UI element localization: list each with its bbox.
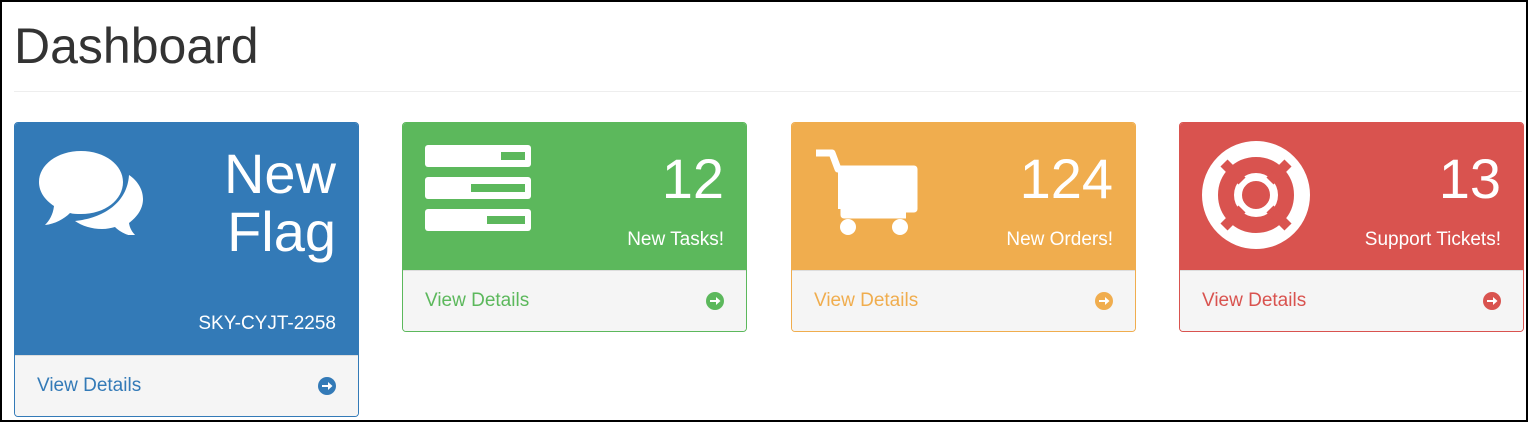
comments-icon <box>37 145 147 240</box>
shopping-cart-icon <box>814 145 918 240</box>
view-details-link[interactable]: View Details <box>1202 290 1306 312</box>
flag-panel: New Flag SKY-CYJT-2258 View Details <box>14 122 359 417</box>
tickets-panel-heading: 13 Support Tickets! <box>1180 123 1523 270</box>
tasks-panel-heading: 12 New Tasks! <box>403 123 746 270</box>
orders-count: 124 <box>1019 147 1113 210</box>
tickets-panel: 13 Support Tickets! View Details <box>1179 122 1524 332</box>
view-details-link[interactable]: View Details <box>814 290 918 312</box>
tickets-label: Support Tickets! <box>1364 229 1501 250</box>
dashboard-frame: Dashboard New Flag SKY-CYJT-2258 View De… <box>0 0 1528 422</box>
life-ring-icon <box>1202 141 1310 254</box>
flag-code: SKY-CYJT-2258 <box>198 313 336 334</box>
arrow-circle-right-icon[interactable] <box>1095 292 1113 310</box>
flag-view-details[interactable]: View Details <box>15 355 358 416</box>
tasks-panel: 12 New Tasks! View Details <box>402 122 747 332</box>
tickets-view-details[interactable]: View Details <box>1180 270 1523 331</box>
tickets-count: 13 <box>1438 147 1501 210</box>
orders-panel-heading: 124 New Orders! <box>792 123 1135 270</box>
orders-label: New Orders! <box>1006 229 1113 250</box>
flag-title-line1: New <box>223 142 336 205</box>
flag-title: New Flag <box>224 145 336 261</box>
flag-title-line2: Flag <box>227 200 336 263</box>
page-title: Dashboard <box>14 18 259 74</box>
tasks-label: New Tasks! <box>627 229 724 250</box>
tasks-view-details[interactable]: View Details <box>403 270 746 331</box>
orders-view-details[interactable]: View Details <box>792 270 1135 331</box>
flag-panel-heading: New Flag SKY-CYJT-2258 <box>15 123 358 355</box>
arrow-circle-right-icon[interactable] <box>318 377 336 395</box>
view-details-link[interactable]: View Details <box>37 375 141 397</box>
view-details-link[interactable]: View Details <box>425 290 529 312</box>
page-header: Dashboard <box>14 14 1522 92</box>
arrow-circle-right-icon[interactable] <box>706 292 724 310</box>
tasks-icon <box>425 145 533 236</box>
arrow-circle-right-icon[interactable] <box>1483 292 1501 310</box>
orders-panel: 124 New Orders! View Details <box>791 122 1136 332</box>
tasks-count: 12 <box>661 147 724 210</box>
